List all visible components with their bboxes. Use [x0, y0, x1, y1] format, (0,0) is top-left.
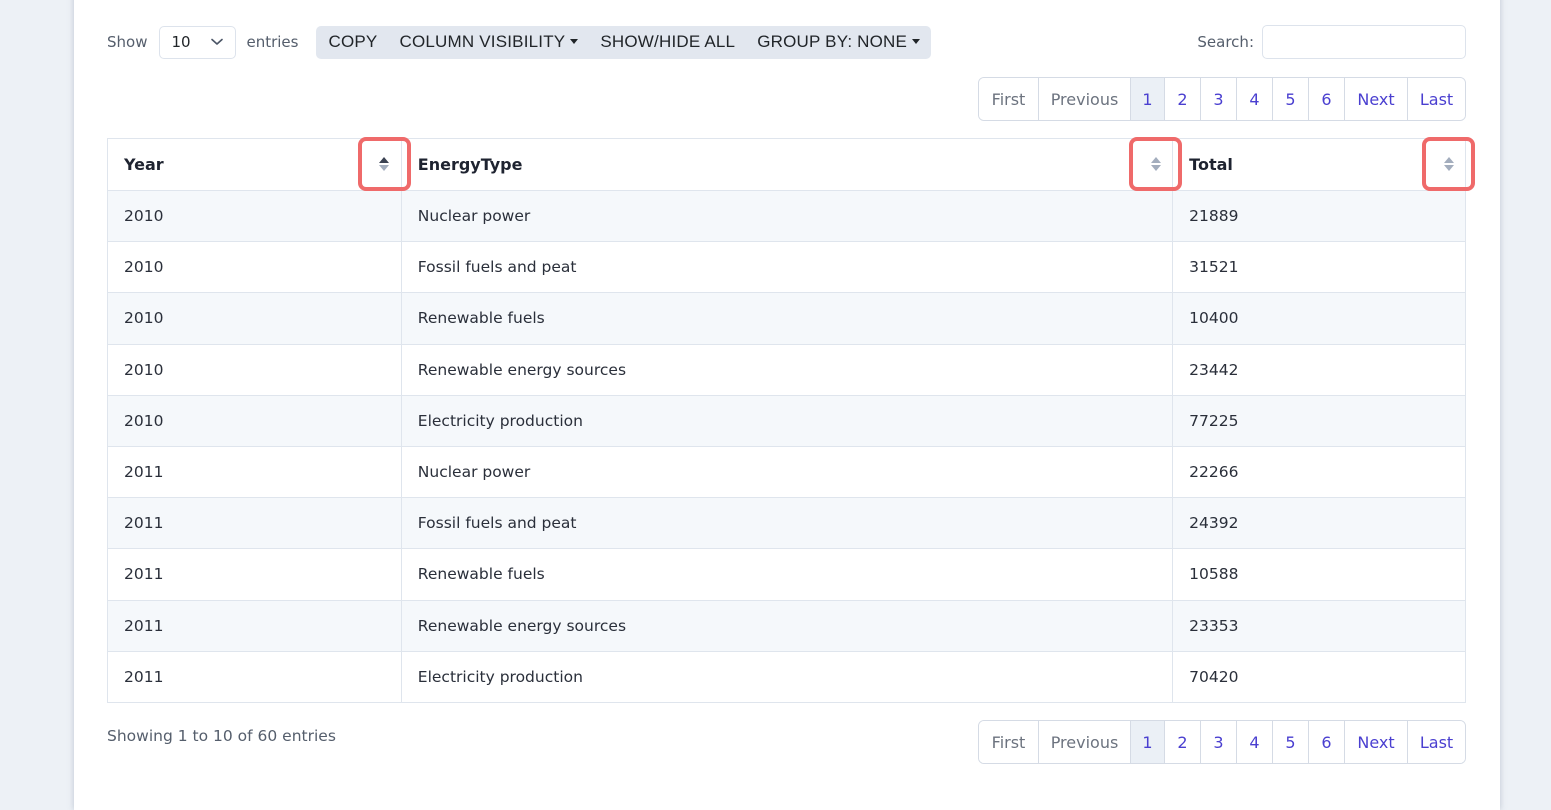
table-row: 2011 Electricity production 70420: [107, 650, 1466, 703]
cell-total: 23442: [1172, 343, 1466, 396]
table-row: 2010 Fossil fuels and peat 31521: [107, 241, 1466, 294]
cell-year: 2010: [107, 189, 402, 243]
table-row: 2010 Electricity production 77225: [107, 394, 1466, 447]
cell-year: 2010: [107, 292, 402, 345]
cell-total: 10588: [1172, 548, 1466, 601]
table-row: 2011 Fossil fuels and peat 24392: [107, 497, 1466, 550]
copy-button[interactable]: COPY: [316, 26, 388, 59]
pagination-previous[interactable]: Previous: [1038, 721, 1130, 763]
cell-total: 24392: [1172, 497, 1466, 550]
pagination-page-1[interactable]: 1: [1130, 721, 1164, 763]
entries-per-page-select[interactable]: 10: [159, 25, 237, 59]
cell-total: 23353: [1172, 599, 1466, 652]
pagination-first[interactable]: First: [979, 78, 1038, 120]
cell-year: 2011: [107, 445, 402, 499]
column-header-label: EnergyType: [417, 155, 523, 174]
cell-energytype: Nuclear power: [400, 189, 1174, 243]
sort-ascending-icon: [379, 157, 390, 171]
sort-toggle-total[interactable]: [1422, 137, 1475, 191]
cell-energytype: Fossil fuels and peat: [400, 497, 1174, 550]
table-row: 2010 Renewable fuels 10400: [107, 292, 1466, 345]
pagination-page-1[interactable]: 1: [1130, 78, 1164, 120]
cell-year: 2010: [107, 343, 402, 396]
cell-total: 77225: [1172, 394, 1466, 447]
sort-icon: [1443, 157, 1454, 171]
cell-total: 10400: [1172, 292, 1466, 345]
pagination-page-6[interactable]: 6: [1308, 78, 1344, 120]
pagination-last[interactable]: Last: [1407, 78, 1465, 120]
cell-energytype: Renewable fuels: [400, 548, 1174, 601]
column-visibility-label: COLUMN VISIBILITY: [399, 32, 566, 51]
table-info: Showing 1 to 10 of 60 entries: [107, 727, 336, 745]
cell-year: 2010: [107, 241, 402, 294]
search-input[interactable]: [1262, 25, 1466, 59]
cell-year: 2011: [107, 497, 402, 550]
show-hide-all-button[interactable]: SHOW/HIDE ALL: [589, 26, 746, 59]
cell-energytype: Electricity production: [400, 650, 1174, 703]
pagination-page-6[interactable]: 6: [1308, 721, 1344, 763]
pagination-page-3[interactable]: 3: [1200, 78, 1236, 120]
pagination-page-3[interactable]: 3: [1200, 721, 1236, 763]
caret-down-icon: [570, 38, 579, 44]
copy-button-label: COPY: [328, 32, 378, 51]
group-by-button[interactable]: GROUP BY: NONE: [746, 26, 931, 59]
pagination-page-4[interactable]: 4: [1236, 78, 1272, 120]
chevron-down-icon: [211, 38, 224, 45]
cell-year: 2011: [107, 548, 402, 601]
cell-year: 2011: [107, 599, 402, 652]
column-visibility-button[interactable]: COLUMN VISIBILITY: [388, 26, 589, 59]
table-row: 2011 Nuclear power 22266: [107, 445, 1466, 499]
pagination-bottom: First Previous 1 2 3 4 5 6 Next Last: [978, 720, 1466, 764]
column-header-year[interactable]: Year: [107, 137, 411, 191]
entries-label: entries: [246, 33, 299, 51]
column-header-label: Year: [124, 155, 164, 174]
pagination-page-5[interactable]: 5: [1272, 721, 1308, 763]
show-label: Show: [107, 33, 148, 51]
cell-total: 31521: [1172, 241, 1466, 294]
pagination-page-4[interactable]: 4: [1236, 721, 1272, 763]
sort-icon: [1150, 157, 1161, 171]
cell-energytype: Renewable energy sources: [400, 343, 1174, 396]
table-row: 2011 Renewable fuels 10588: [107, 548, 1466, 601]
cell-energytype: Renewable energy sources: [400, 599, 1174, 652]
table-header-row: Year EnergyType Total: [107, 137, 1475, 191]
table-row: 2011 Renewable energy sources 23353: [107, 599, 1466, 652]
cell-year: 2011: [107, 650, 402, 703]
search-label: Search:: [1197, 33, 1254, 51]
cell-total: 22266: [1172, 445, 1466, 499]
entries-per-page-value: 10: [171, 33, 191, 51]
search-filter: Search:: [1197, 25, 1466, 59]
table-row: 2010 Renewable energy sources 23442: [107, 343, 1466, 396]
table-row: 2010 Nuclear power 21889: [107, 189, 1466, 243]
column-header-energytype[interactable]: EnergyType: [400, 137, 1183, 191]
pagination-next[interactable]: Next: [1344, 721, 1407, 763]
export-button-group: COPY COLUMN VISIBILITY SHOW/HIDE ALL GRO…: [316, 25, 932, 59]
pagination-last[interactable]: Last: [1407, 721, 1465, 763]
pagination-top: First Previous 1 2 3 4 5 6 Next Last: [978, 77, 1466, 121]
pagination-previous[interactable]: Previous: [1038, 78, 1130, 120]
cell-energytype: Nuclear power: [400, 445, 1174, 499]
column-header-label: Total: [1189, 155, 1233, 174]
cell-energytype: Renewable fuels: [400, 292, 1174, 345]
cell-year: 2010: [107, 394, 402, 447]
group-by-label: GROUP BY: NONE: [757, 32, 908, 51]
pagination-page-2[interactable]: 2: [1164, 78, 1200, 120]
pagination-page-5[interactable]: 5: [1272, 78, 1308, 120]
column-header-total[interactable]: Total: [1172, 137, 1475, 191]
cell-energytype: Fossil fuels and peat: [400, 241, 1174, 294]
cell-total: 70420: [1172, 650, 1466, 703]
cell-energytype: Electricity production: [400, 394, 1174, 447]
table-toolbar: Show 10 entries COPY COLUMN VISIBILITY S…: [107, 25, 932, 59]
show-hide-all-label: SHOW/HIDE ALL: [600, 32, 736, 51]
caret-down-icon: [912, 38, 921, 44]
cell-total: 21889: [1172, 189, 1466, 243]
data-table: Year EnergyType Total 2010 Nuclear power…: [107, 137, 1475, 703]
pagination-next[interactable]: Next: [1344, 78, 1407, 120]
pagination-page-2[interactable]: 2: [1164, 721, 1200, 763]
pagination-first[interactable]: First: [979, 721, 1038, 763]
